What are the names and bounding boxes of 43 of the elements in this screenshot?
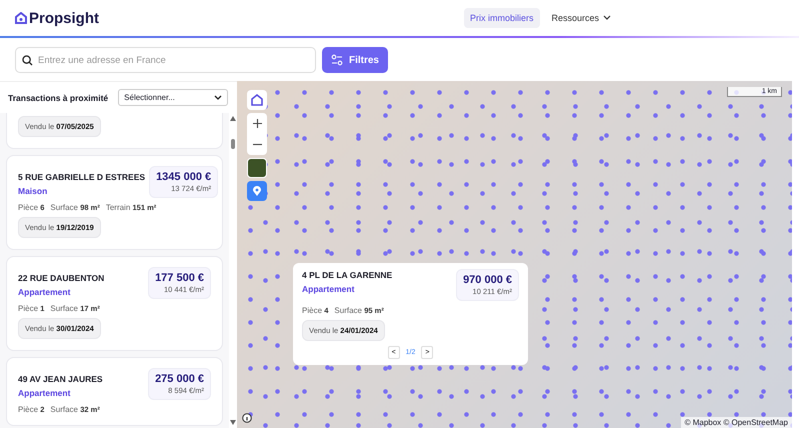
property-type: Appartement: [18, 388, 72, 398]
chevron-down-icon: [214, 94, 222, 100]
property-type: Appartement: [18, 287, 72, 297]
sliders-icon: [330, 54, 343, 66]
detail-label: Pièce: [18, 203, 38, 212]
scroll-down-icon[interactable]: [230, 420, 236, 425]
home-button[interactable]: [247, 90, 267, 110]
address-text: 22 RUE DAUBENTON: [18, 273, 104, 283]
logo-text[interactable]: Propsight: [29, 10, 99, 26]
detail-label: Surface: [50, 304, 78, 313]
satellite-view-thumbnail[interactable]: [247, 158, 267, 178]
detail-label: Terrain: [106, 203, 130, 212]
price-text: 275 000 €: [155, 373, 204, 385]
plus-icon: [252, 119, 262, 128]
detail-label: Surface: [50, 203, 78, 212]
detail-label: Surface: [334, 306, 362, 315]
sort-select[interactable]: Sélectionner...: [118, 89, 228, 106]
map-attribution[interactable]: © Mapbox © OpenStreetMap: [680, 417, 792, 428]
chevron-down-icon: [603, 15, 612, 21]
info-icon[interactable]: [242, 413, 252, 423]
house-icon: [251, 94, 263, 106]
location-button[interactable]: [247, 181, 267, 201]
scrollbar-thumb[interactable]: [231, 139, 235, 149]
price-text: 177 500 €: [155, 272, 204, 284]
filters-button[interactable]: Filtres: [322, 47, 388, 73]
address-text: 5 RUE GABRIELLE D ESTREES: [18, 172, 146, 182]
price-text: 1345 000 €: [156, 171, 212, 183]
detail-label: Pièce: [302, 306, 322, 315]
detail-label: Surface: [50, 405, 78, 414]
location-pin-icon: [253, 186, 261, 196]
address-text: 4 PL DE LA GARENNE: [302, 270, 392, 280]
section-title: Transactions à proximité: [8, 92, 108, 102]
house-logo-icon: [15, 12, 27, 24]
nav-menu[interactable]: Ressources: [546, 8, 618, 28]
detail-label: Pièce: [18, 405, 38, 414]
nav-link[interactable]: Prix immobiliers: [464, 8, 540, 28]
property-type: Appartement: [302, 284, 356, 294]
search-field[interactable]: Entrez une adresse en France: [15, 47, 316, 73]
detail-label: Pièce: [18, 304, 38, 313]
property-type: Maison: [18, 186, 48, 196]
scroll-up-icon[interactable]: [230, 116, 236, 121]
price-text: 970 000 €: [463, 274, 512, 286]
address-text: 49 AV JEAN JAURES: [18, 374, 103, 384]
